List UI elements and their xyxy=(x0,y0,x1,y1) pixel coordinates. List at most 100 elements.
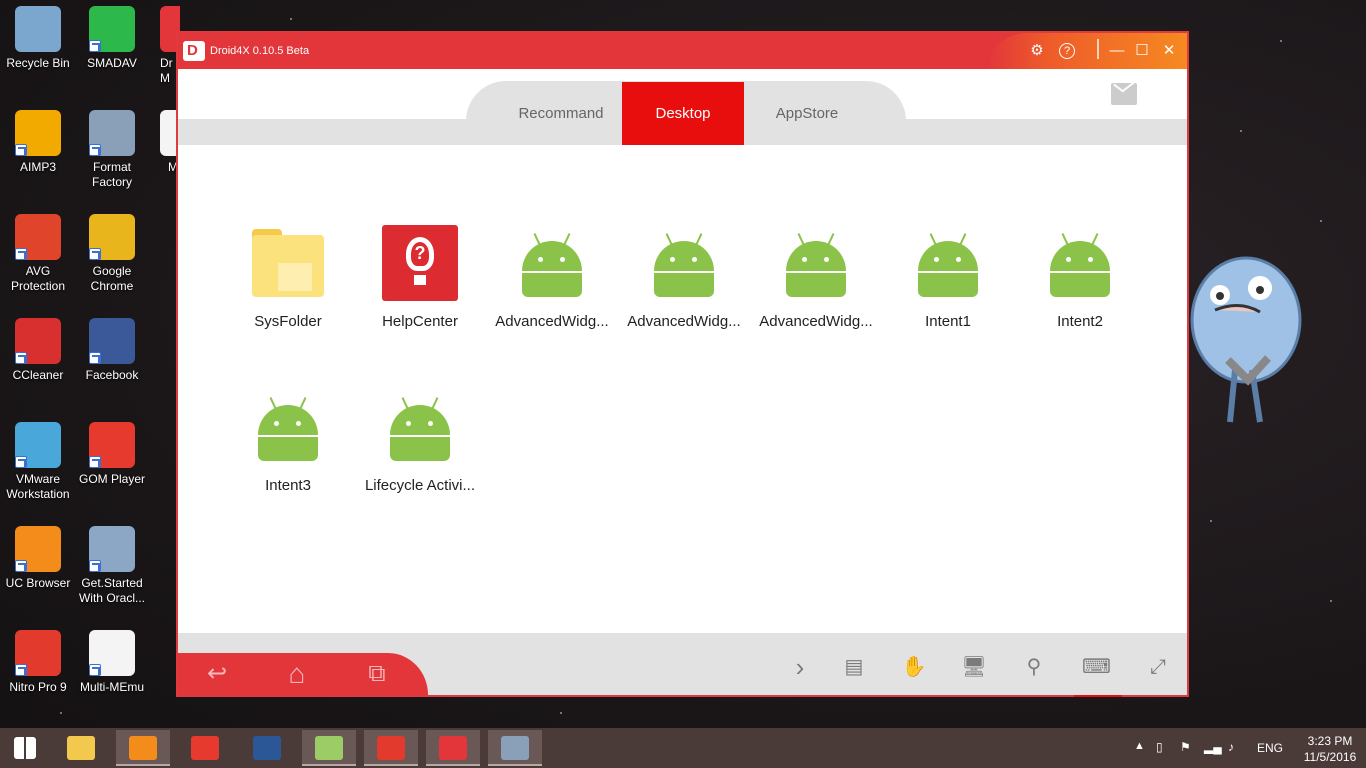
droid4x-window: Droid4X 0.10.5 Beta ⚙ ? — ☐ ✕ Recommand … xyxy=(176,31,1189,697)
desktop-icon[interactable]: CCleaner xyxy=(0,318,76,383)
shake-icon[interactable]: ✋ xyxy=(900,653,928,681)
keyboard-icon[interactable]: ⌨ xyxy=(1082,653,1111,681)
star xyxy=(1210,520,1212,522)
taskbar-droid4x[interactable] xyxy=(426,730,480,766)
app-label: Intent1 xyxy=(925,313,971,330)
desktop-icon-label: Nitro Pro 9 xyxy=(9,680,67,694)
avg-icon xyxy=(15,214,61,260)
help-icon[interactable]: ? xyxy=(1059,43,1075,59)
format-factory-icon xyxy=(89,110,135,156)
title-bar[interactable]: Droid4X 0.10.5 Beta ⚙ ? — ☐ ✕ xyxy=(178,33,1187,69)
uc-browser-icon xyxy=(129,736,157,760)
tray-chevron-icon[interactable]: ▲ xyxy=(1134,740,1145,768)
tray-clock[interactable]: 3:23 PM 11/5/2016 xyxy=(1300,733,1360,768)
uc-browser-icon xyxy=(15,526,61,572)
recents-icon[interactable]: ⧉ xyxy=(360,657,394,691)
app-helpcenter[interactable]: ? HelpCenter xyxy=(354,225,486,330)
app-8[interactable]: Lifecycle Activi... xyxy=(354,389,486,494)
mail-icon[interactable] xyxy=(1111,83,1137,105)
tab-recommand[interactable]: Recommand xyxy=(500,82,622,145)
minimize-button[interactable]: — xyxy=(1107,41,1127,61)
smadav-icon xyxy=(89,6,135,52)
desktop-icon[interactable]: AVG Protection xyxy=(0,214,76,294)
bottom-toolbar: ↩ ⌂ ⧉ › ▤ ✋ 🖥 ⚲ ⌨ ⤢ xyxy=(178,633,1187,695)
desktop-icon-label: Format Factory xyxy=(91,160,132,189)
fullscreen-icon[interactable]: ⤢ xyxy=(1144,653,1172,681)
desktop-icon-label: Get.Started With Oracl... xyxy=(78,576,145,605)
android-icon xyxy=(250,389,326,465)
desktop-icon[interactable]: Google Chrome xyxy=(74,214,150,294)
droid4x-logo-icon xyxy=(183,41,205,61)
taskbar-word[interactable] xyxy=(240,730,294,766)
app-3[interactable]: AdvancedWidg... xyxy=(618,225,750,330)
tray-language[interactable]: ENG xyxy=(1257,741,1283,768)
more-chevron-icon[interactable]: › xyxy=(786,653,814,681)
tab-bar: Recommand Desktop AppStore xyxy=(178,69,1187,145)
app-6[interactable]: Intent2 xyxy=(1014,225,1146,330)
desktop-icon[interactable]: Nitro Pro 9 xyxy=(0,630,76,695)
taskbar-start[interactable] xyxy=(0,730,54,766)
maximize-button[interactable]: ☐ xyxy=(1132,41,1152,61)
memu-icon xyxy=(89,630,135,676)
desktop-icon[interactable]: Facebook xyxy=(74,318,150,383)
star xyxy=(60,712,62,714)
tab-desktop[interactable]: Desktop xyxy=(622,82,744,145)
star xyxy=(560,712,562,714)
shortcut-arrow-icon xyxy=(89,456,101,468)
nitro-icon xyxy=(377,736,405,760)
taskbar-paint[interactable] xyxy=(488,730,542,766)
tray-volume-icon[interactable]: ♪ xyxy=(1228,740,1234,768)
desktop-icon[interactable]: AIMP3 xyxy=(0,110,76,175)
app-label: Intent2 xyxy=(1057,313,1103,330)
file-explorer-icon xyxy=(67,736,95,760)
app-label: AdvancedWidg... xyxy=(495,313,609,330)
shortcut-arrow-icon xyxy=(15,248,27,260)
taskbar-android-studio[interactable] xyxy=(302,730,356,766)
taskbar-file-explorer[interactable] xyxy=(54,730,108,766)
taskbar-uc-browser[interactable] xyxy=(116,730,170,766)
shortcut-arrow-icon xyxy=(15,456,27,468)
app-7[interactable]: Intent3 xyxy=(222,389,354,494)
app-grid: SysFolder ? HelpCenter 1 AdvancedWidg...… xyxy=(178,145,1187,697)
taskbar: ▲ ▯ ⚑ ▂▄ ♪ ENG 3:23 PM 11/5/2016 xyxy=(0,728,1366,768)
tray-signal-icon[interactable]: ▂▄ xyxy=(1204,740,1222,768)
ccleaner-icon xyxy=(15,318,61,364)
desktop-icon[interactable]: UC Browser xyxy=(0,526,76,591)
close-button[interactable]: ✕ xyxy=(1159,41,1179,61)
desktop-icon[interactable]: SMADAV xyxy=(74,6,150,71)
star xyxy=(1240,130,1242,132)
android-icon xyxy=(910,225,986,301)
desktop-icon-label: AIMP3 xyxy=(19,160,56,174)
tray-flag-icon[interactable]: ⚑ xyxy=(1180,740,1191,768)
settings-gear-icon[interactable]: ⚙ xyxy=(1027,41,1047,61)
tab-appstore[interactable]: AppStore xyxy=(746,82,868,145)
desktop-icon[interactable]: GOM Player xyxy=(74,422,150,487)
back-icon[interactable]: ↩ xyxy=(200,657,234,691)
chrome-icon xyxy=(89,214,135,260)
shortcut-arrow-icon xyxy=(89,560,101,572)
nitro-icon xyxy=(15,630,61,676)
desktop-icon-label: UC Browser xyxy=(5,576,71,590)
app-2[interactable]: AdvancedWidg... xyxy=(486,225,618,330)
shortcut-arrow-icon xyxy=(15,560,27,572)
desktop-icon[interactable]: Recycle Bin xyxy=(0,6,76,71)
tray-network-icon[interactable]: ▯ xyxy=(1156,740,1163,768)
app-4[interactable]: AdvancedWidg... xyxy=(750,225,882,330)
home-icon[interactable]: ⌂ xyxy=(280,657,314,691)
recycle-bin-icon xyxy=(15,6,61,52)
screen-icon[interactable]: 🖥 xyxy=(960,653,988,681)
desktop-icon-label: Facebook xyxy=(85,368,139,382)
desktop-icon[interactable]: Get.Started With Oracl... xyxy=(74,526,150,606)
app-5[interactable]: Intent1 xyxy=(882,225,1014,330)
taskbar-gom-player[interactable] xyxy=(178,730,232,766)
droid4x-icon xyxy=(439,736,467,760)
desktop-icon[interactable]: VMware Workstation xyxy=(0,422,76,502)
location-icon[interactable]: ⚲ xyxy=(1020,653,1048,681)
taskbar-nitro[interactable] xyxy=(364,730,418,766)
app-sysfolder[interactable]: SysFolder xyxy=(222,225,354,330)
android-icon xyxy=(778,225,854,301)
desktop-icon[interactable]: Multi-MEmu xyxy=(74,630,150,695)
app-label: AdvancedWidg... xyxy=(759,313,873,330)
desktop-icon[interactable]: Format Factory xyxy=(74,110,150,190)
apk-install-icon[interactable]: ▤ xyxy=(840,653,868,681)
